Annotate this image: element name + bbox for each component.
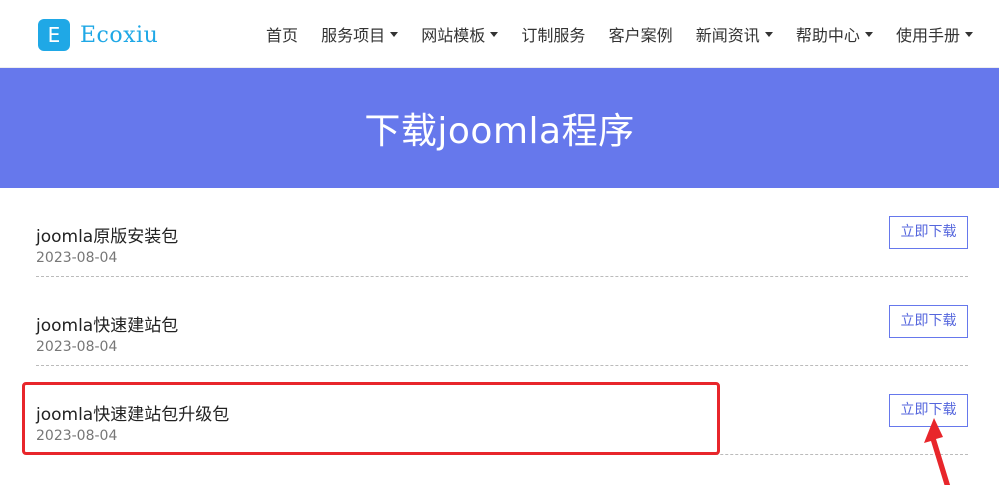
download-item-date: 2023-08-04 <box>36 428 118 444</box>
nav-item-home[interactable]: 首页 <box>266 22 298 46</box>
caret-down-icon <box>965 31 973 37</box>
nav-item-help[interactable]: 帮助中心 <box>796 22 873 46</box>
main-nav: 首页 服务项目 网站模板 订制服务 客户案例 新闻资讯 帮助中心 使用手册 <box>266 0 973 68</box>
nav-item-templates[interactable]: 网站模板 <box>421 22 499 46</box>
download-item: joomla原版安装包 2023-08-04 立即下载 <box>36 188 968 277</box>
page-banner: 下载joomla程序 <box>0 68 999 188</box>
caret-down-icon <box>390 31 399 37</box>
nav-item-services[interactable]: 服务项目 <box>321 22 399 46</box>
nav-item-news[interactable]: 新闻资讯 <box>696 22 773 46</box>
site-logo[interactable]: E Ecoxiu <box>38 19 158 51</box>
download-item-date: 2023-08-04 <box>36 250 118 266</box>
download-item-title[interactable]: joomla快速建站包 <box>36 311 178 336</box>
caret-down-icon <box>490 31 499 37</box>
logo-text: Ecoxiu <box>80 22 159 48</box>
download-item: joomla快速建站包升级包 2023-08-04 立即下载 <box>36 366 968 455</box>
page-title: 下载joomla程序 <box>364 111 635 152</box>
download-item-date: 2023-08-04 <box>36 339 118 355</box>
nav-item-cases[interactable]: 客户案例 <box>609 22 673 46</box>
site-header: E Ecoxiu 首页 服务项目 网站模板 订制服务 客户案例 新闻资讯 帮助中… <box>0 0 999 68</box>
download-list: joomla原版安装包 2023-08-04 立即下载 joomla快速建站包 … <box>36 188 968 455</box>
nav-item-manual[interactable]: 使用手册 <box>896 22 973 46</box>
logo-icon: E <box>38 19 70 51</box>
download-item: joomla快速建站包 2023-08-04 立即下载 <box>36 277 968 366</box>
download-item-title[interactable]: joomla快速建站包升级包 <box>36 400 229 425</box>
download-button[interactable]: 立即下载 <box>889 394 968 427</box>
download-button[interactable]: 立即下载 <box>889 216 968 249</box>
caret-down-icon <box>864 31 873 37</box>
caret-down-icon <box>764 31 773 37</box>
download-button[interactable]: 立即下载 <box>889 305 968 338</box>
download-item-title[interactable]: joomla原版安装包 <box>36 222 178 247</box>
nav-item-custom-service[interactable]: 订制服务 <box>521 22 585 46</box>
